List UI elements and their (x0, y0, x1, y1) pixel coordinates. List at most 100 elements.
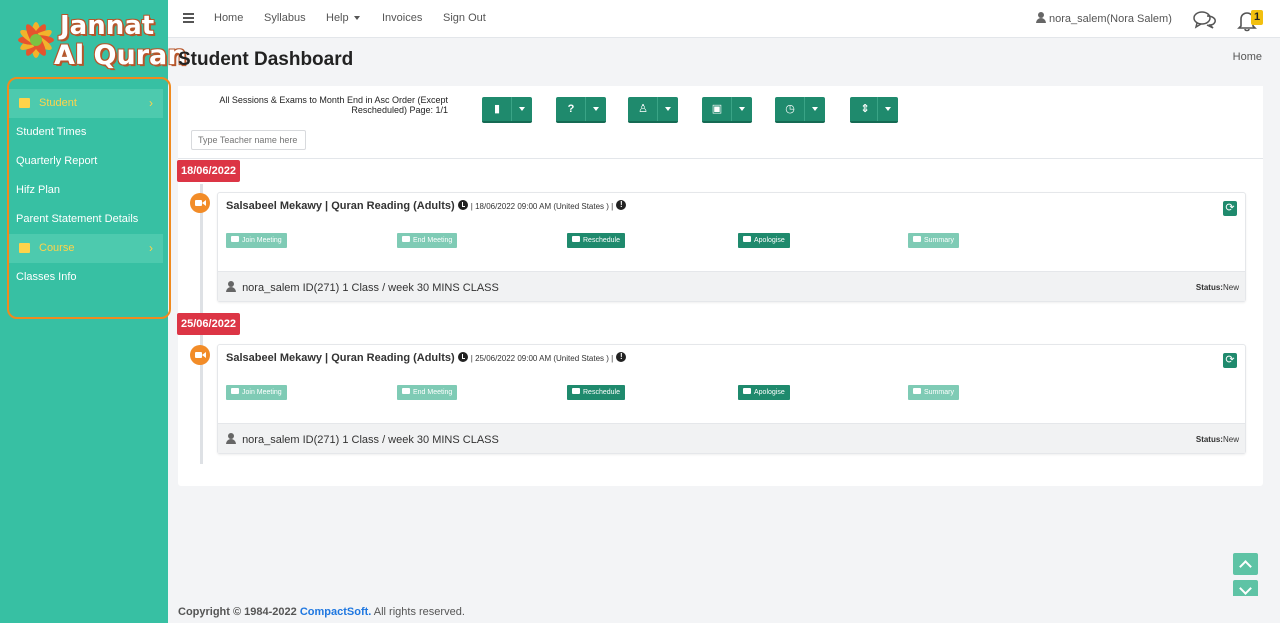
help-filter-button[interactable]: ? (556, 97, 606, 123)
apologise-icon (743, 236, 751, 242)
sidebar-item-label: Quarterly Report (16, 155, 98, 167)
book-icon (19, 243, 30, 253)
session-title: Salsabeel Mekawy | Quran Reading (Adults… (226, 200, 455, 212)
brand-name: Jannat Al Quran (54, 12, 186, 70)
summary-button[interactable]: Summary (908, 233, 959, 248)
user-filter-button[interactable]: ♙ (628, 97, 678, 123)
student-class-info: nora_salem ID(271) 1 Class / week 30 MIN… (242, 434, 499, 446)
nav-invoices[interactable]: Invoices (382, 12, 422, 24)
hamburger-menu-icon[interactable] (183, 13, 194, 23)
refresh-icon: ⟳ (1225, 202, 1235, 214)
session-status: Status:New (1196, 435, 1239, 444)
apologise-icon (743, 388, 751, 394)
filter-panel: All Sessions & Exams to Month End in Asc… (178, 86, 1263, 159)
breadcrumb[interactable]: Home (1233, 51, 1262, 63)
clock-icon (457, 352, 468, 362)
reschedule-icon (572, 236, 580, 242)
summary-button[interactable]: Summary (908, 385, 959, 400)
calendar-filter-button[interactable]: ▣ (702, 97, 752, 123)
teacher-search-input[interactable] (191, 130, 306, 150)
chevron-down-icon (1239, 582, 1252, 595)
sidebar-item-label: Student (39, 97, 77, 109)
sidebar-item-classes-info[interactable]: Classes Info (9, 263, 163, 292)
sidebar-item-quarterly-report[interactable]: Quarterly Report (9, 147, 163, 176)
summary-icon (913, 236, 921, 242)
stop-icon (402, 388, 410, 394)
users-icon (19, 98, 30, 108)
join-meeting-label: Join Meeting (242, 237, 282, 244)
chevron-right-icon: › (149, 241, 153, 255)
copyright-prefix: Copyright © 1984-2022 (178, 606, 297, 618)
video-camera-icon (190, 193, 210, 213)
page-title: Student Dashboard (178, 49, 354, 70)
nav-sign-out[interactable]: Sign Out (443, 12, 486, 24)
session-datetime: | 25/06/2022 09:00 AM (United States ) | (470, 354, 614, 363)
nav-help-label: Help (326, 12, 349, 24)
session-title: Salsabeel Mekawy | Quran Reading (Adults… (226, 352, 455, 364)
question-icon: ? (567, 103, 575, 115)
clock-icon: ◷ (785, 103, 795, 115)
session-student-info: nora_salem ID(271) 1 Class / week 30 MIN… (226, 433, 499, 446)
sidebar-item-parent-statement[interactable]: Parent Statement Details (9, 205, 163, 234)
session-card: Salsabeel Mekawy | Quran Reading (Adults… (217, 192, 1246, 302)
summary-icon (913, 388, 921, 394)
video-camera-icon (190, 345, 210, 365)
status-label: Status: (1195, 435, 1223, 444)
reschedule-button[interactable]: Reschedule (567, 233, 625, 248)
status-value: New (1222, 435, 1239, 444)
time-filter-button[interactable]: ◷ (775, 97, 825, 123)
nav-syllabus[interactable]: Syllabus (264, 12, 306, 24)
chevron-up-icon (1239, 560, 1252, 573)
reschedule-label: Reschedule (583, 237, 620, 244)
session-header: Salsabeel Mekawy | Quran Reading (Adults… (226, 200, 627, 212)
user-icon (1036, 12, 1046, 23)
sort-icon: ⇕ (860, 103, 870, 115)
book-filter-button[interactable]: ▮ (482, 97, 532, 123)
summary-label: Summary (924, 389, 954, 396)
user-icon: ♙ (638, 103, 648, 115)
nav-help[interactable]: Help (326, 12, 360, 24)
nav-home[interactable]: Home (214, 12, 243, 24)
clock-icon (457, 200, 468, 210)
session-datetime: | 18/06/2022 09:00 AM (United States ) | (470, 202, 614, 211)
notification-badge: 1 (1251, 10, 1263, 25)
info-icon[interactable] (616, 352, 627, 362)
date-badge: 18/06/2022 (177, 160, 241, 182)
brand-logo[interactable]: Jannat Al Quran (10, 4, 186, 74)
copyright-brand-link[interactable]: CompactSoft. (300, 606, 372, 618)
sort-filter-button[interactable]: ⇕ (850, 97, 898, 123)
user-icon (226, 281, 236, 292)
sidebar-item-course[interactable]: Course › (9, 234, 163, 263)
reschedule-label: Reschedule (583, 389, 620, 396)
status-label: Status: (1195, 283, 1223, 292)
page-footer: Copyright © 1984-2022 CompactSoft. All r… (168, 596, 1280, 623)
users-icon (231, 236, 239, 242)
session-footer: nora_salem ID(271) 1 Class / week 30 MIN… (218, 423, 1245, 453)
chat-icon[interactable] (1193, 10, 1217, 30)
user-menu[interactable]: nora_salem(Nora Salem) (1036, 12, 1172, 25)
info-icon[interactable] (616, 200, 627, 210)
join-meeting-button[interactable]: Join Meeting (226, 233, 287, 248)
refresh-button[interactable]: ⟳ (1223, 353, 1237, 368)
apologise-button[interactable]: Apologise (738, 233, 790, 248)
sidebar-item-label: Student Times (16, 126, 87, 138)
refresh-button[interactable]: ⟳ (1223, 201, 1237, 216)
stop-icon (402, 236, 410, 242)
reschedule-button[interactable]: Reschedule (567, 385, 625, 400)
end-meeting-label: End Meeting (413, 237, 453, 244)
apologise-button[interactable]: Apologise (738, 385, 790, 400)
join-meeting-label: Join Meeting (242, 389, 282, 396)
sidebar: Jannat Al Quran Student › Student Times … (0, 0, 186, 623)
session-header: Salsabeel Mekawy | Quran Reading (Adults… (226, 352, 627, 364)
scroll-up-button[interactable] (1233, 553, 1258, 575)
sidebar-item-label: Hifz Plan (16, 184, 61, 196)
join-meeting-button[interactable]: Join Meeting (226, 385, 287, 400)
sidebar-item-hifz-plan[interactable]: Hifz Plan (9, 176, 163, 205)
chevron-right-icon: › (149, 96, 153, 110)
reschedule-icon (572, 388, 580, 394)
end-meeting-button[interactable]: End Meeting (397, 233, 458, 248)
sidebar-item-student-times[interactable]: Student Times (9, 118, 163, 147)
status-value: New (1222, 283, 1239, 292)
sidebar-item-student[interactable]: Student › (9, 89, 163, 118)
end-meeting-button[interactable]: End Meeting (397, 385, 458, 400)
